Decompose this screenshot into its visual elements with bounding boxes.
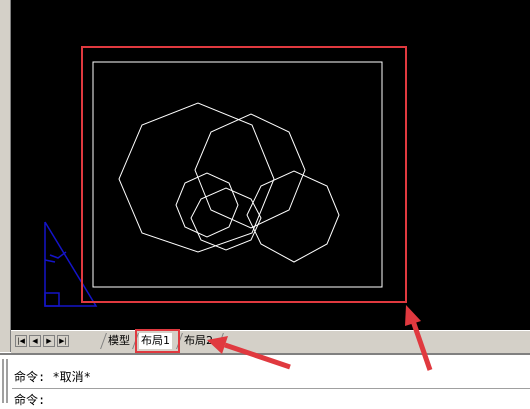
autocad-window: |◀ ◀ ▶ ▶| 模型 布局1 布局2 命令: *取消* 命令: (0, 0, 530, 409)
annotation-highlight-viewport (81, 46, 407, 303)
tab-model[interactable]: 模型 (106, 333, 132, 349)
tab-layout2[interactable]: 布局2 (182, 333, 215, 349)
left-frame-strip (0, 0, 11, 352)
layout-tab-bar: |◀ ◀ ▶ ▶| 模型 布局1 布局2 (11, 330, 530, 353)
last-tab-button[interactable]: ▶| (57, 335, 69, 347)
command-divider (12, 388, 530, 389)
command-history-line: 命令: *取消* (14, 370, 91, 384)
annotation-highlight-layout-tab (135, 329, 180, 353)
command-prompt[interactable]: 命令: (14, 391, 45, 408)
tab-separator (217, 333, 224, 349)
next-tab-button[interactable]: ▶ (43, 335, 55, 347)
command-window[interactable]: 命令: *取消* 命令: (0, 353, 530, 409)
prev-tab-button[interactable]: ◀ (29, 335, 41, 347)
command-window-grip[interactable] (2, 359, 8, 403)
first-tab-button[interactable]: |◀ (15, 335, 27, 347)
